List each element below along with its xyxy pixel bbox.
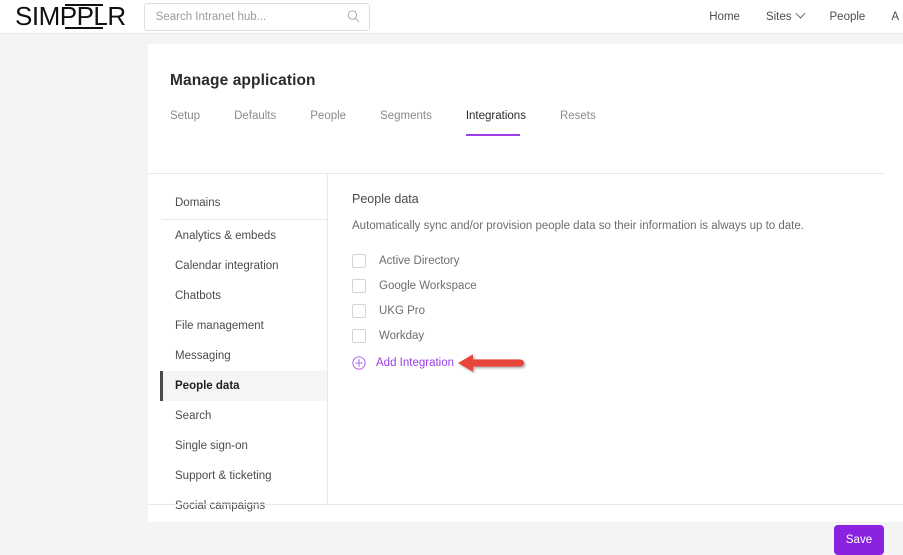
sidebar-item-label: Single sign-on (175, 440, 248, 452)
sidebar-item-label: Chatbots (175, 290, 222, 302)
search-box[interactable] (143, 2, 370, 31)
plus-circle-icon (352, 356, 366, 370)
sidebar-item-label: Messaging (175, 350, 231, 362)
tab-resets-label: Resets (559, 110, 596, 122)
sidebar-item-single-sign-on[interactable]: Single sign-on (160, 431, 327, 461)
primary-navigation: Home Sites People A (709, 8, 903, 23)
checkbox-ukg-pro[interactable] (352, 303, 366, 318)
nav-item-sites-label: Sites (765, 10, 792, 23)
section-description: Automatically sync and/or provision peop… (352, 220, 804, 232)
sidebar-item-label: Social campaigns (175, 500, 266, 512)
tab-integrations-label: Integrations (465, 110, 526, 122)
checkbox-google-workspace[interactable] (352, 278, 366, 293)
integration-row-workday[interactable]: Workday (352, 323, 903, 348)
integration-row-ukg-pro[interactable]: UKG Pro (352, 298, 903, 323)
tab-people-label: People (310, 110, 347, 122)
nav-item-sites[interactable]: Sites (765, 8, 805, 23)
settings-body: Domains Analytics & embeds Calendar inte… (148, 174, 903, 512)
add-integration-link[interactable]: Add Integration (376, 357, 454, 369)
tab-segments-label: Segments (380, 110, 432, 122)
integration-row-google-workspace[interactable]: Google Workspace (352, 273, 903, 298)
sidebar-item-social-campaigns[interactable]: Social campaigns (160, 491, 327, 521)
tab-resets[interactable]: Resets (560, 110, 612, 136)
section-title: People data (352, 192, 419, 206)
settings-sidebar: Domains Analytics & embeds Calendar inte… (160, 174, 328, 512)
sidebar-item-calendar-integration[interactable]: Calendar integration (160, 251, 327, 281)
integration-label: Workday (379, 329, 425, 342)
tab-segments[interactable]: Segments (380, 110, 448, 136)
tab-integrations[interactable]: Integrations (465, 110, 542, 136)
page-title: Manage application (170, 72, 316, 89)
sidebar-item-label: Analytics & embeds (175, 230, 276, 242)
card-header-area: Manage application Setup Defaults People… (148, 44, 903, 136)
checkbox-active-directory[interactable] (352, 253, 366, 268)
search-input[interactable] (143, 2, 370, 31)
sidebar-item-label: People data (175, 380, 240, 392)
tab-setup[interactable]: Setup (170, 110, 216, 136)
sidebar-item-label: Search (175, 410, 212, 422)
nav-item-truncated[interactable]: A (891, 11, 899, 23)
top-header-bar: SIMPPLR Home Sites People A (0, 0, 903, 34)
sidebar-item-label: Domains (175, 197, 221, 209)
manage-application-card: Manage application Setup Defaults People… (148, 44, 903, 555)
tab-bar: Setup Defaults People Segments Integrati… (170, 110, 903, 136)
tab-defaults-label: Defaults (234, 110, 277, 122)
sidebar-item-support-ticketing[interactable]: Support & ticketing (160, 461, 327, 491)
people-data-panel: People data Automatically sync and/or pr… (328, 174, 903, 504)
sidebar-item-file-management[interactable]: File management (160, 311, 327, 341)
nav-item-people[interactable]: People (830, 11, 866, 23)
sidebar-item-analytics-embeds[interactable]: Analytics & embeds (160, 221, 327, 251)
integration-row-active-directory[interactable]: Active Directory (352, 248, 903, 273)
sidebar-item-domains[interactable]: Domains (160, 188, 327, 220)
nav-item-home-label: Home (709, 10, 740, 23)
checkbox-workday[interactable] (352, 328, 366, 343)
sidebar-item-label: File management (175, 320, 264, 332)
sidebar-item-people-data[interactable]: People data (160, 371, 327, 401)
sidebar-item-label: Calendar integration (175, 260, 279, 272)
add-integration-row[interactable]: Add Integration (352, 351, 903, 375)
simpplr-logo[interactable]: SIMPPLR (15, 2, 126, 32)
nav-item-truncated-label: A (891, 10, 899, 23)
integration-label: UKG Pro (379, 304, 426, 317)
nav-item-people-label: People (829, 10, 866, 23)
sidebar-item-label: Support & ticketing (175, 470, 272, 482)
logo-overline-mark (65, 3, 103, 6)
tab-setup-label: Setup (170, 110, 201, 122)
annotation-arrow-left-icon (458, 354, 524, 372)
save-button[interactable]: Save (834, 525, 884, 555)
sidebar-item-chatbots[interactable]: Chatbots (160, 281, 327, 311)
logo-underline-mark (65, 26, 103, 29)
tab-defaults[interactable]: Defaults (234, 110, 292, 136)
sidebar-item-search[interactable]: Search (160, 401, 327, 431)
integration-label: Google Workspace (379, 279, 477, 292)
tab-people[interactable]: People (310, 110, 362, 136)
sidebar-item-messaging[interactable]: Messaging (160, 341, 327, 371)
integration-label: Active Directory (379, 254, 460, 267)
nav-item-home[interactable]: Home (709, 11, 740, 23)
chevron-down-icon (795, 8, 805, 19)
logo-text: SIMPPLR (15, 0, 126, 31)
footer-divider (148, 504, 903, 505)
